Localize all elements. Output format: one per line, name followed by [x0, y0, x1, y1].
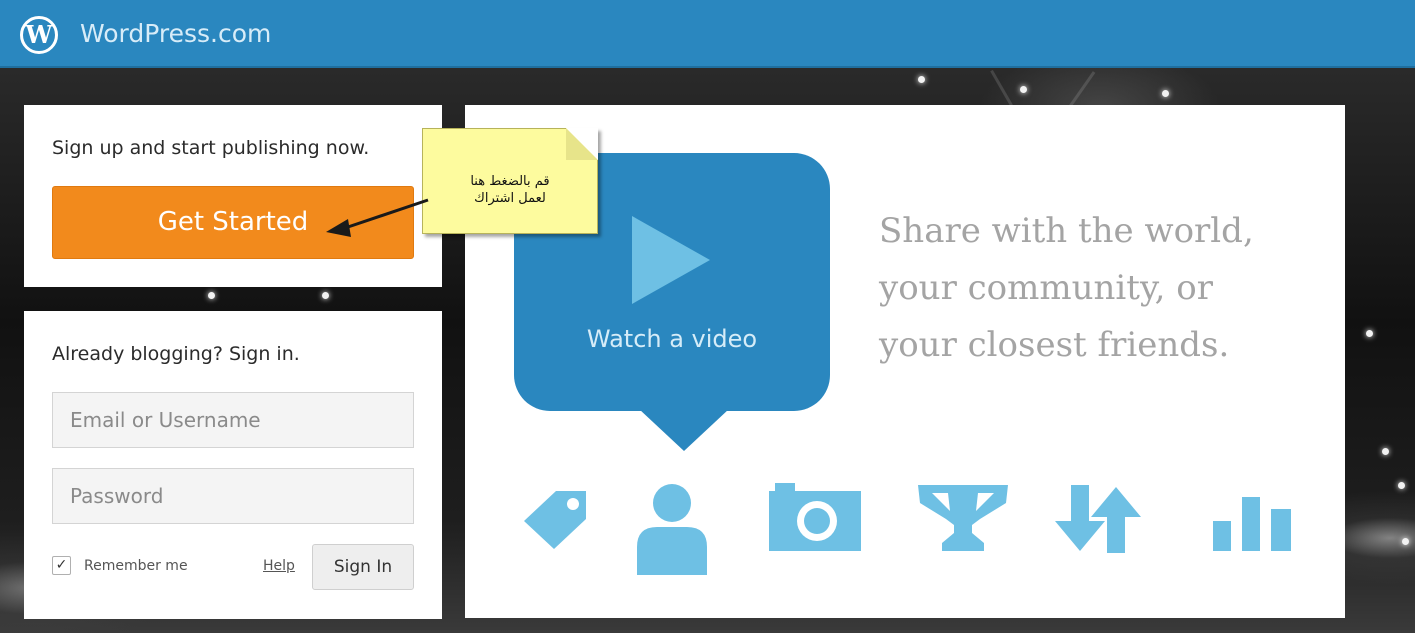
- brand-name[interactable]: WordPress.com: [80, 19, 271, 48]
- play-icon: [632, 216, 710, 304]
- hero-tagline: Share with the world, your community, or…: [879, 203, 1319, 374]
- note-fold-corner: [566, 128, 598, 160]
- remember-me-label[interactable]: Remember me: [84, 558, 188, 574]
- bubble-tail: [639, 409, 729, 451]
- password-field[interactable]: [52, 468, 414, 524]
- sign-in-button[interactable]: Sign In: [312, 544, 414, 590]
- stats-icon: [1213, 497, 1291, 551]
- person-icon: [637, 484, 707, 575]
- trophy-icon: [918, 485, 1008, 551]
- remember-me-checkbox[interactable]: ✓: [52, 556, 71, 575]
- signup-prompt: Sign up and start publishing now.: [52, 137, 370, 159]
- signup-panel: Sign up and start publishing now. Get St…: [24, 105, 442, 287]
- wordpress-logo-icon[interactable]: W: [20, 16, 58, 54]
- tagline-line: your community, or: [879, 268, 1213, 308]
- email-field[interactable]: [52, 392, 414, 448]
- login-panel: Already blogging? Sign in. ✓ Remember me…: [24, 311, 442, 619]
- repost-icon: [1055, 485, 1141, 553]
- camera-icon: [769, 483, 861, 551]
- help-link[interactable]: Help: [263, 558, 295, 574]
- annotation-line: لعمل اشتراك: [474, 191, 546, 206]
- tagline-line: Share with the world,: [879, 211, 1254, 251]
- top-bar: W WordPress.com: [0, 0, 1415, 68]
- annotation-line: قم بالضغط هنا: [470, 174, 550, 189]
- watch-video-label: Watch a video: [586, 325, 758, 353]
- login-title: Already blogging? Sign in.: [52, 343, 300, 365]
- get-started-button[interactable]: Get Started: [52, 186, 414, 259]
- annotation-note: قم بالضغط هنا لعمل اشتراك: [422, 128, 598, 234]
- tagline-line: your closest friends.: [879, 325, 1230, 365]
- tag-icon: [524, 491, 586, 549]
